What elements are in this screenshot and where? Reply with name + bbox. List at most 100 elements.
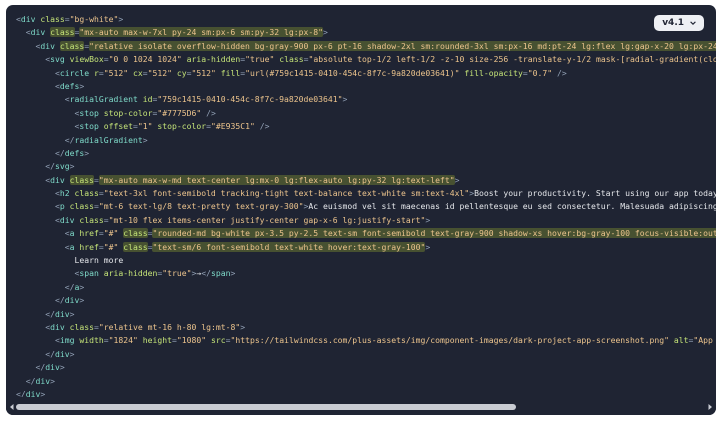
code-token: "1824" <box>108 335 138 346</box>
code-token: cx <box>132 67 143 78</box>
code-token: class <box>123 241 148 252</box>
code-token: > <box>240 321 246 332</box>
code-token: "mt-10 flex items-center justify-center … <box>108 214 426 225</box>
horizontal-scrollbar[interactable] <box>6 399 716 415</box>
code-token: "https://tailwindcss.com/plus-assets/img… <box>230 335 670 346</box>
code-token: > <box>40 388 46 397</box>
code-token: span <box>79 268 99 279</box>
code-line: <radialGradient id="759c1415-0410-454c-8… <box>16 93 716 106</box>
code-token: stop <box>79 121 99 132</box>
code-token: span <box>210 268 231 279</box>
code-token: > <box>69 348 75 359</box>
code-token: /> <box>201 107 216 118</box>
code-text: Boost your productivity. Start using our… <box>474 188 716 199</box>
code-line: </div> <box>16 375 716 388</box>
code-token: radialGradient <box>74 134 143 145</box>
code-token: img <box>59 335 75 346</box>
code-token: viewBox <box>69 54 104 65</box>
code-token: > <box>323 27 328 38</box>
code-token: "rounded-md bg-white px-3.5 py-2.5 text-… <box>152 228 716 239</box>
code-token: div <box>35 375 51 386</box>
code-token: div <box>25 388 41 397</box>
code-token: > <box>142 134 148 145</box>
code-token: "#7775D6" <box>157 107 202 118</box>
code-token: "mt-6 text-lg/8 text-pretty text-gray-30… <box>98 201 304 212</box>
code-token: div <box>59 214 75 225</box>
code-line: <defs> <box>16 80 716 93</box>
code-token: > <box>342 94 348 105</box>
code-token: svg <box>55 161 70 172</box>
code-panel: v4.1 <div class="bg-white"> <div class="… <box>6 5 716 415</box>
code-token: "#" <box>103 228 119 239</box>
code-token: fill <box>220 67 241 78</box>
code-token: fill-opacity <box>464 67 523 78</box>
code-line: </defs> <box>16 147 716 160</box>
code-line: <div class="mx-auto max-w-7xl py-24 sm:p… <box>16 26 716 39</box>
code-token: > <box>79 295 85 306</box>
code-line: </div> <box>16 348 716 361</box>
code-token: "1" <box>137 121 153 132</box>
code-token: div <box>45 362 60 373</box>
code-token: </ <box>35 362 46 373</box>
code-line: <stop stop-color="#7775D6" /> <box>16 107 716 120</box>
code-text: Learn more <box>74 255 124 266</box>
code-token: stop-color <box>157 121 207 132</box>
code-line: </radialGradient> <box>16 134 716 147</box>
code-token: alt <box>673 335 689 346</box>
code-line: <span aria-hidden="true">→</span> <box>16 267 716 280</box>
code-token: > <box>79 281 85 292</box>
code-token: /> <box>254 121 270 132</box>
code-token: "relative isolate overflow-hidden bg-gra… <box>89 40 716 51</box>
version-label: v4.1 <box>662 18 684 28</box>
code-line: <div class="relative isolate overflow-hi… <box>16 40 716 53</box>
code-token: "512" <box>191 67 216 78</box>
code-line: <h2 class="text-3xl font-semibold tracki… <box>16 187 716 200</box>
code-token: src <box>210 335 226 346</box>
chevron-down-icon <box>690 21 696 25</box>
code-token: div <box>30 27 46 38</box>
code-token: > <box>69 161 75 172</box>
code-token: class <box>69 174 94 185</box>
code-token: /> <box>552 67 567 78</box>
code-line: <a href="#" class="rounded-md bg-white p… <box>16 227 716 240</box>
code-token: </ <box>45 161 55 172</box>
code-token: "1080" <box>176 335 207 346</box>
code-line: </svg> <box>16 160 716 173</box>
code-line: Learn more <box>16 254 716 267</box>
version-selector[interactable]: v4.1 <box>654 15 704 31</box>
scrollbar-thumb[interactable] <box>16 404 516 410</box>
code-token: "url(#759c1415-0410-454c-8f7c-9a820de036… <box>245 67 460 78</box>
code-token: "true" <box>162 268 192 279</box>
code-token: stop <box>79 107 99 118</box>
code-token: "true" <box>245 54 275 65</box>
scroll-left-icon[interactable] <box>8 403 16 411</box>
code-token: class <box>40 14 65 24</box>
code-line: </div> <box>16 361 716 374</box>
code-token: > <box>69 308 75 319</box>
code-token: "mx-auto max-w-7xl py-24 sm:px-6 sm:py-3… <box>79 27 324 38</box>
code-line: <div class="mt-10 flex items-center just… <box>16 214 716 227</box>
code-token: defs <box>64 147 85 158</box>
code-token: "512" <box>147 67 172 78</box>
code-line: </div> <box>16 294 716 307</box>
scroll-right-icon[interactable] <box>706 403 714 411</box>
code-token: </ <box>45 308 55 319</box>
code-token: href <box>79 241 99 252</box>
code-token: div <box>55 348 70 359</box>
code-line: <circle r="512" cx="512" cy="512" fill="… <box>16 67 716 80</box>
code-line: <div class="relative mt-16 h-80 lg:mt-8"… <box>16 321 716 334</box>
code-token: "text-sm/6 font-semibold text-white hove… <box>152 241 426 252</box>
code-token: defs <box>59 80 80 91</box>
code-token: "#" <box>103 241 119 252</box>
code-token: offset <box>103 121 133 132</box>
code-token: "#E935C1" <box>210 121 255 132</box>
code-token: class <box>74 188 99 199</box>
code-token: aria-hidden <box>103 268 158 279</box>
code-token: > <box>425 241 431 252</box>
code-token: svg <box>50 54 65 65</box>
code-token: </ <box>25 375 36 386</box>
code-token: </ <box>54 147 65 158</box>
code-token: > <box>79 80 85 91</box>
code-token: radialGradient <box>69 94 138 105</box>
